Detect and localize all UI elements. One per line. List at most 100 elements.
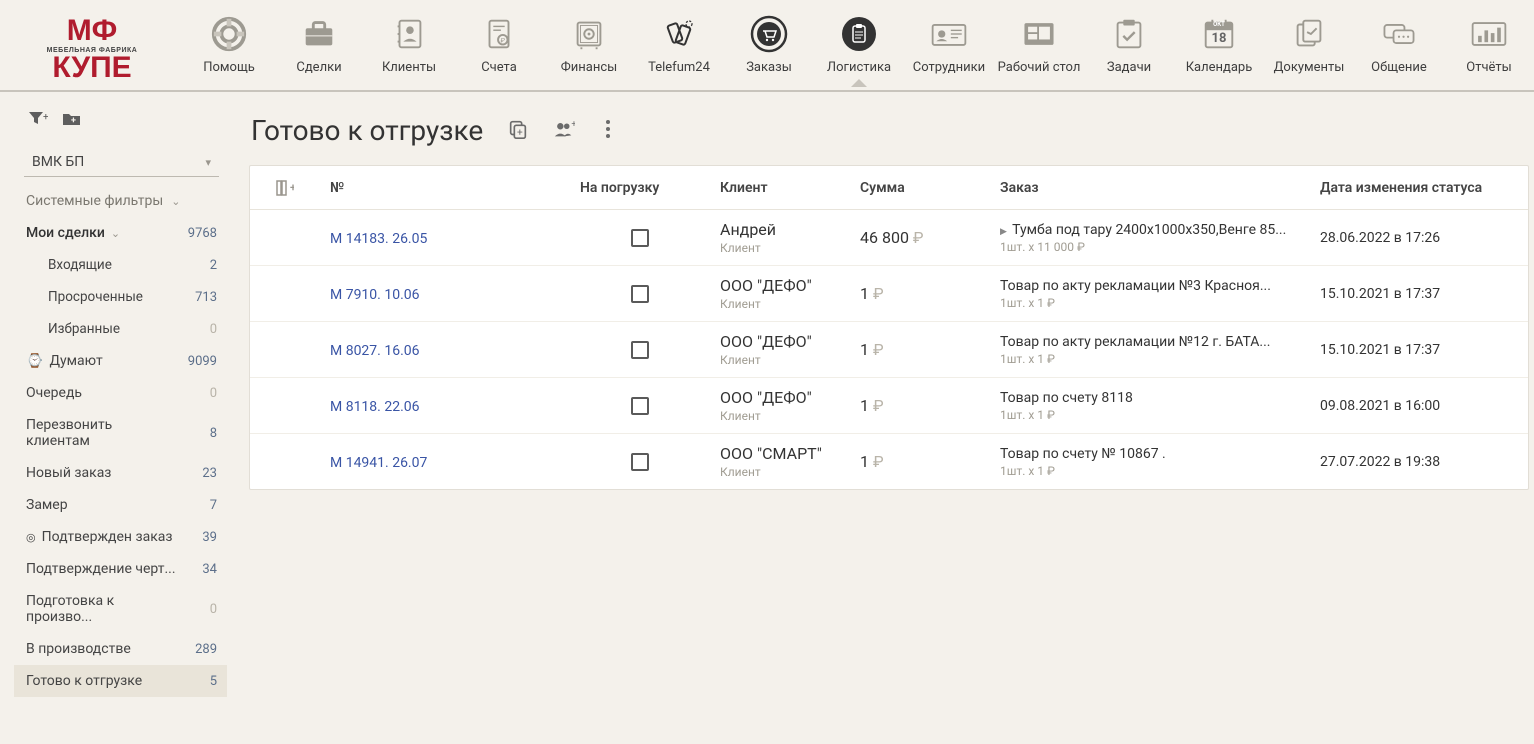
sub-count: 0 [189,322,217,337]
loading-checkbox[interactable] [631,453,649,471]
loading-checkbox[interactable] [631,285,649,303]
order-number-link[interactable]: М 14183. 26.05 [330,231,427,247]
calendar-icon: ОКТ 18 [1199,14,1239,54]
sidebar-stage-drawing-confirm[interactable]: Подтверждение черт... 34 [14,553,227,585]
table-row[interactable]: М 14183. 26.05 Андрей Клиент 46 800 ₽ ▶ … [250,210,1528,266]
sidebar-stage-callback[interactable]: Перезвонить клиентам 8 [14,409,227,457]
nav-logistics[interactable]: Логистика [814,10,904,75]
top-nav: МФ МЕБЕЛЬНАЯ ФАБРИКА КУПЕ Помощь Сделки … [0,0,1534,92]
dashboard-icon [1019,14,1059,54]
client-name: ООО "СМАРТ" [720,444,840,463]
barchart-icon [1469,14,1509,54]
stage-label: Думают [49,353,102,369]
logo[interactable]: МФ МЕБЕЛЬНАЯ ФАБРИКА КУПЕ [0,10,184,90]
client-sub: Клиент [720,353,840,367]
order-title: Товар по счету № 10867 . [1000,446,1300,462]
th-number[interactable]: № [320,174,570,202]
stage-label: Очередь [26,385,82,401]
nav-label: Помощь [203,60,255,75]
order-qty: 1шт. x 1 ₽ [1000,296,1300,310]
order-number-link[interactable]: М 7910. 10.06 [330,287,420,303]
nav-employees[interactable]: Сотрудники [904,10,994,75]
nav-clients[interactable]: Клиенты [364,10,454,75]
folder-add-icon[interactable]: + [62,110,82,132]
sidebar-sub-overdue[interactable]: Просроченные 713 [14,281,227,313]
address-book-icon [389,14,429,54]
stage-label: Подтвержден заказ [42,529,173,545]
loading-checkbox[interactable] [631,229,649,247]
nav-chat[interactable]: Общение [1354,10,1444,75]
stage-count: 8 [189,426,217,441]
nav-items: Помощь Сделки Клиенты ₽ Счета Финансы [184,10,1534,75]
more-vert-icon[interactable] [599,118,617,144]
table-row[interactable]: М 7910. 10.06 ООО "ДЕФО" Клиент 1 ₽ Това… [250,266,1528,322]
nav-label: Общение [1371,60,1427,75]
order-number-link[interactable]: М 14941. 26.07 [330,455,427,471]
table-row[interactable]: М 8027. 16.06 ООО "ДЕФО" Клиент 1 ₽ Това… [250,322,1528,378]
loading-checkbox[interactable] [631,397,649,415]
loading-checkbox[interactable] [631,341,649,359]
nav-reports[interactable]: Отчёты [1444,10,1534,75]
sidebar-stage-think[interactable]: ⌚ Думают 9099 [14,345,227,377]
sidebar-sub-incoming[interactable]: Входящие 2 [14,249,227,281]
stage-count: 5 [189,674,217,689]
nav-accounts[interactable]: ₽ Счета [454,10,544,75]
order-title: Товар по счету 8118 [1000,390,1300,406]
th-loading[interactable]: На погрузку [570,174,710,202]
stage-label: Новый заказ [26,465,111,481]
columns-config-icon[interactable]: + [250,174,320,202]
stage-count: 0 [189,386,217,401]
order-number-link[interactable]: М 8027. 16.06 [330,343,420,359]
sidebar-sub-favorites[interactable]: Избранные 0 [14,313,227,345]
nav-label: Документы [1274,60,1345,75]
watch-icon: ⌚ [26,353,43,369]
briefcase-icon [299,14,339,54]
stage-label: Замер [26,497,68,513]
th-sum[interactable]: Сумма [850,174,990,202]
client-name: ООО "ДЕФО" [720,388,840,407]
svg-text:+: + [572,120,576,130]
nav-label: Telefum24 [648,60,710,75]
sidebar-system-filters[interactable]: Системные фильтры ⌄ [14,185,227,217]
svg-text:₽: ₽ [501,37,506,45]
nav-deals[interactable]: Сделки [274,10,364,75]
nav-calendar[interactable]: ОКТ 18 Календарь [1174,10,1264,75]
sidebar-stage-prep[interactable]: Подготовка к произво... 0 [14,585,227,633]
sidebar-stage-confirmed[interactable]: ◎Подтвержден заказ 39 [14,521,227,553]
th-client[interactable]: Клиент [710,174,850,202]
nav-tasks[interactable]: Задачи [1084,10,1174,75]
sidebar-stage-in-prod[interactable]: В производстве 289 [14,633,227,665]
nav-desktop[interactable]: Рабочий стол [994,10,1084,75]
filter-add-icon[interactable]: + [28,110,48,132]
stage-count: 289 [189,642,217,657]
sidebar-stage-new-order[interactable]: Новый заказ 23 [14,457,227,489]
checklist-icon [1109,14,1149,54]
calendar-month: ОКТ [1213,21,1225,28]
workspace-dropdown[interactable]: ВМК БП ▾ [24,148,219,177]
nav-finance[interactable]: Финансы [544,10,634,75]
order-qty: 1шт. x 1 ₽ [1000,408,1300,422]
sum-value: 1 ₽ [850,390,990,421]
order-number-link[interactable]: М 8118. 22.06 [330,399,420,415]
nav-telefum[interactable]: Telefum24 [634,10,724,75]
add-people-icon[interactable]: + [553,119,575,143]
status-date: 15.10.2021 в 17:37 [1310,336,1520,364]
sidebar-stage-ready-ship[interactable]: Готово к отгрузке 5 [14,665,227,697]
logo-bottom: КУПЕ [52,51,131,84]
nav-label: Рабочий стол [998,60,1081,75]
stage-count: 9099 [188,354,217,369]
copy-icon[interactable]: + [507,118,529,144]
nav-orders[interactable]: Заказы [724,10,814,75]
dropdown-label: ВМК БП [32,154,84,170]
table-row[interactable]: М 14941. 26.07 ООО "СМАРТ" Клиент 1 ₽ То… [250,434,1528,489]
chevron-down-icon: ⌄ [171,195,180,208]
nav-documents[interactable]: Документы [1264,10,1354,75]
nav-help[interactable]: Помощь [184,10,274,75]
sidebar-stage-measure[interactable]: Замер 7 [14,489,227,521]
th-status-date[interactable]: Дата изменения статуса [1310,174,1520,202]
th-order[interactable]: Заказ [990,174,1310,202]
sidebar-my-deals[interactable]: Мои сделки ⌄ 9768 [14,217,227,249]
nav-label: Логистика [827,60,891,75]
table-row[interactable]: М 8118. 22.06 ООО "ДЕФО" Клиент 1 ₽ Това… [250,378,1528,434]
sidebar-stage-queue[interactable]: Очередь 0 [14,377,227,409]
